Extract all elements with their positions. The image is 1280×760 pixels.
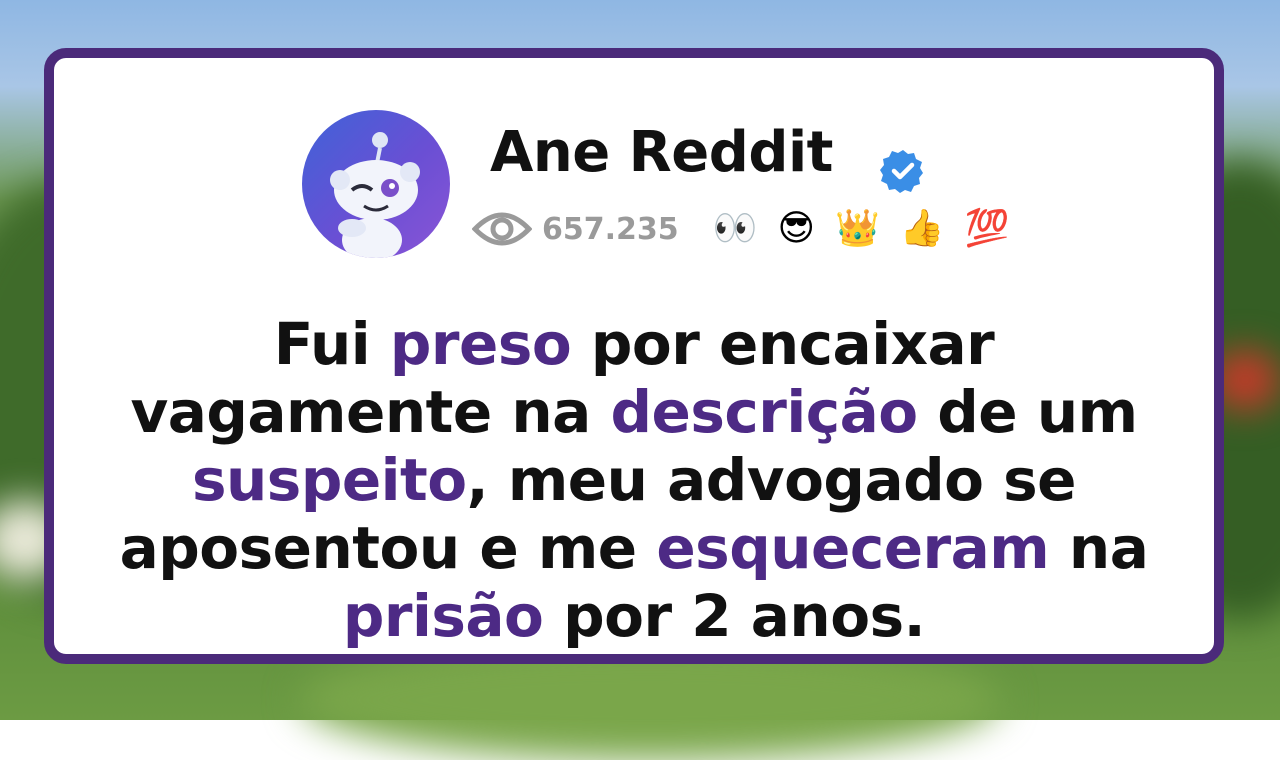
title-highlight: esqueceram [656,514,1050,582]
eyes-emoji-icon: 👀 [712,208,758,249]
verified-badge-icon [880,150,923,193]
reddit-snoo-icon [330,132,420,258]
post-title: Fui preso por encaixar vagamente na desc… [74,310,1194,650]
crown-emoji-icon: 👑 [835,208,880,249]
sunglasses-emoji-icon: 😎 [777,208,815,249]
title-segment: aposentou e me [119,514,657,582]
title-segment: por 2 anos. [543,582,926,650]
post-card: Ane Reddit 657.235 👀 😎 👑 👍 💯 Fui preso p… [44,48,1224,664]
title-segment: , meu advogado se [466,446,1077,514]
title-segment: vagamente na [130,378,611,446]
avatar[interactable] [302,110,450,258]
title-highlight: prisão [342,582,544,650]
title-segment: Fui [273,310,390,378]
eye-icon [472,212,532,246]
title-highlight: suspeito [191,446,467,514]
stats-row: 657.235 👀 😎 👑 👍 💯 [472,204,1019,254]
title-segment: na [1049,514,1149,582]
title-highlight: preso [389,310,572,378]
title-segment: de um [917,378,1138,446]
view-count: 657.235 [542,211,679,247]
title-segment: por encaixar [571,310,995,378]
author-name[interactable]: Ane Reddit [490,120,833,185]
hundred-emoji-icon: 💯 [964,208,1010,249]
title-highlight: descrição [610,378,918,446]
thumbs-up-emoji-icon: 👍 [899,208,945,249]
